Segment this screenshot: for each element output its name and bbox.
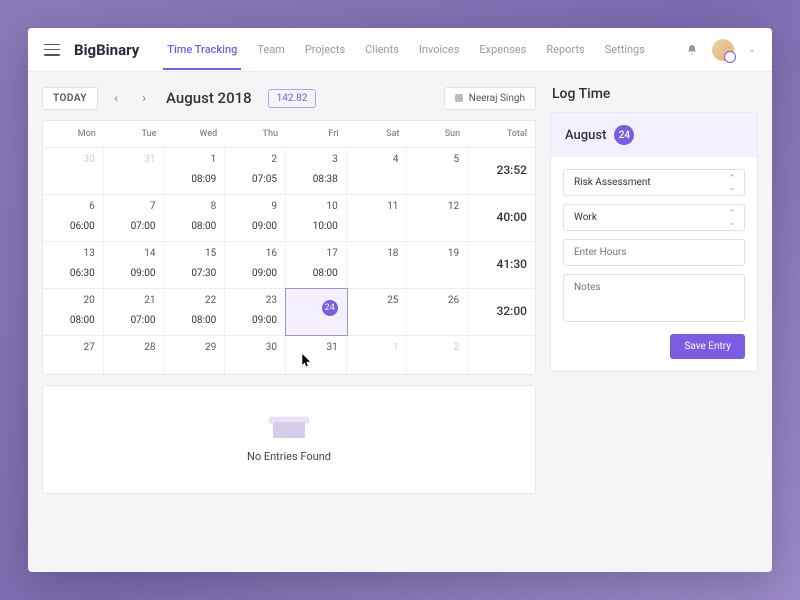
calendar-day-cell[interactable]: 1 [347,336,408,374]
nav-item-expenses[interactable]: Expenses [479,29,526,70]
calendar-day-cell[interactable]: 2008:00 [43,289,104,335]
calendar-week-row: 606:00707:00808:00909:001010:00111240:00 [43,195,535,242]
week-total-cell: 32:00 [468,289,535,335]
calendar-day-cell[interactable]: 25 [347,289,408,335]
month-title: August 2018 [166,89,252,107]
calendar-day-cell[interactable]: 1306:30 [43,242,104,288]
calendar-day-cell[interactable]: 26 [407,289,468,335]
brand-logo: BigBinary [74,41,139,59]
hours-input[interactable] [563,239,745,266]
nav-item-clients[interactable]: Clients [365,29,399,70]
calendar-header-row: MonTueWedThuFriSatSunTotal [43,121,535,148]
week-total-cell [468,336,535,374]
topbar-right: ⌄ [686,39,756,61]
calendar-day-cell[interactable]: 909:00 [225,195,286,241]
log-date-header: August 24 [551,113,757,157]
calendar-day-cell[interactable]: 1507:30 [164,242,225,288]
log-time-panel: August 24 Risk Assessment Work Save Entr… [550,112,758,372]
day-header: Fri [286,121,347,147]
calendar-day-cell[interactable]: 1609:00 [225,242,286,288]
nav-item-team[interactable]: Team [257,29,285,70]
day-header: Sat [347,121,408,147]
log-form: Risk Assessment Work Save Entry [551,157,757,371]
week-total-cell: 23:52 [468,148,535,194]
today-button[interactable]: TODAY [42,87,98,110]
calendar-day-cell[interactable]: 30 [43,148,104,194]
project-select[interactable]: Risk Assessment [563,169,745,196]
empty-entries-panel: No Entries Found [42,385,536,494]
day-header: Tue [104,121,165,147]
calendar-day-cell[interactable]: 28 [104,336,165,374]
user-filter-dropdown[interactable]: Neeraj Singh [444,87,536,110]
nav-item-time-tracking[interactable]: Time Tracking [167,29,237,70]
calendar-week-row: 272829303112 [43,336,535,374]
calendar-day-cell[interactable]: 31 [286,336,347,374]
content-area: TODAY ‹ › August 2018 142.82 Neeraj Sing… [28,72,772,572]
calendar-day-cell[interactable]: 108:09 [164,148,225,194]
day-header: Thu [225,121,286,147]
nav-item-projects[interactable]: Projects [305,29,345,70]
calendar-day-cell[interactable]: 707:00 [104,195,165,241]
calendar-day-cell[interactable]: 2309:00 [225,289,286,335]
calendar-day-cell[interactable]: 1010:00 [286,195,347,241]
nav-item-invoices[interactable]: Invoices [419,29,460,70]
day-header: Sun [407,121,468,147]
log-time-sidebar: Log Time August 24 Risk Assessment Work … [550,86,758,558]
calendar-day-cell[interactable]: 19 [407,242,468,288]
save-entry-button[interactable]: Save Entry [670,334,745,359]
calendar-week-row: 2008:002107:002208:002309:0024252632:00 [43,289,535,336]
task-select[interactable]: Work [563,204,745,231]
calendar-day-cell[interactable]: 29 [164,336,225,374]
calendar-week-row: 3031108:09207:05308:384523:52 [43,148,535,195]
calendar-day-cell[interactable]: 31 [104,148,165,194]
calendar-day-cell[interactable]: 308:38 [286,148,347,194]
calendar-day-cell[interactable]: 24 [286,289,347,335]
main-column: TODAY ‹ › August 2018 142.82 Neeraj Sing… [42,86,536,558]
calendar-day-cell[interactable]: 207:05 [225,148,286,194]
total-hours-badge: 142.82 [268,89,317,108]
empty-box-icon [273,416,305,438]
app-window: BigBinary Time Tracking Team Projects Clien… [28,28,772,572]
calendar-day-cell[interactable]: 2208:00 [164,289,225,335]
prev-month-button[interactable]: ‹ [106,86,126,110]
hamburger-icon[interactable] [44,44,60,56]
week-total-cell: 40:00 [468,195,535,241]
log-time-heading: Log Time [550,86,758,102]
calendar-header: TODAY ‹ › August 2018 142.82 Neeraj Sing… [42,86,536,110]
next-month-button[interactable]: › [134,86,154,110]
calendar-day-cell[interactable]: 606:00 [43,195,104,241]
user-menu-chevron-icon[interactable]: ⌄ [748,44,756,55]
calendar-day-cell[interactable]: 27 [43,336,104,374]
main-nav: Time Tracking Team Projects Clients Invoices… [167,29,645,70]
notifications-icon[interactable] [686,43,698,57]
calendar-day-cell[interactable]: 12 [407,195,468,241]
topbar: BigBinary Time Tracking Team Projects Clien… [28,28,772,72]
calendar-day-cell[interactable]: 808:00 [164,195,225,241]
calendar-week-row: 1306:301409:001507:301609:001708:0018194… [43,242,535,289]
nav-item-reports[interactable]: Reports [546,29,584,70]
calendar-day-cell[interactable]: 1409:00 [104,242,165,288]
week-total-cell: 41:30 [468,242,535,288]
calendar-day-cell[interactable]: 2107:00 [104,289,165,335]
calendar-day-cell[interactable]: 1708:00 [286,242,347,288]
day-header: Mon [43,121,104,147]
notes-textarea[interactable] [563,274,745,322]
calendar-day-cell[interactable]: 2 [407,336,468,374]
day-header: Wed [164,121,225,147]
user-avatar[interactable] [712,39,734,61]
log-day-badge: 24 [614,125,634,145]
calendar-day-cell[interactable]: 5 [407,148,468,194]
empty-entries-text: No Entries Found [73,450,505,463]
calendar-day-cell[interactable]: 18 [347,242,408,288]
calendar-grid: MonTueWedThuFriSatSunTotal 3031108:09207… [42,120,536,375]
log-month-label: August [565,128,606,143]
calendar-day-cell[interactable]: 4 [347,148,408,194]
nav-item-settings[interactable]: Settings [605,29,645,70]
day-header: Total [468,121,535,147]
calendar-day-cell[interactable]: 30 [225,336,286,374]
calendar-day-cell[interactable]: 11 [347,195,408,241]
